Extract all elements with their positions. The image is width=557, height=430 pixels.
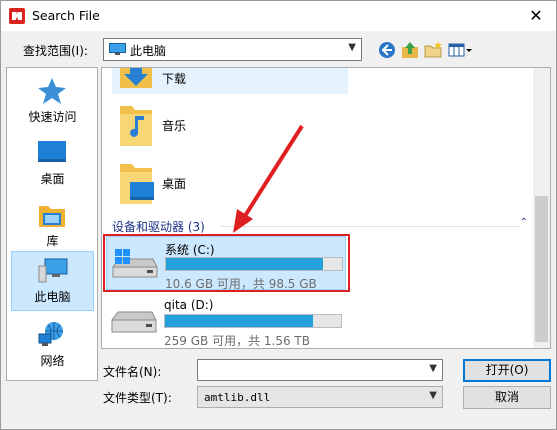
place-desktop[interactable]: 桌面 <box>11 134 94 194</box>
place-label: 此电脑 <box>34 290 71 304</box>
network-icon <box>38 322 63 346</box>
look-in-value: 此电脑 <box>130 44 167 58</box>
place-library[interactable]: 库 <box>11 196 94 256</box>
filename-combo[interactable]: ▼ <box>197 359 443 381</box>
star-icon <box>38 78 66 104</box>
chevron-down-icon[interactable]: ▼ <box>429 363 437 374</box>
places-bar: 快速访问 桌面 库 此电脑 网络 <box>6 67 98 381</box>
chevron-down-icon: ▼ <box>429 390 437 401</box>
window-title: Search File <box>32 8 100 23</box>
filename-input[interactable] <box>198 360 422 380</box>
place-label: 库 <box>46 234 59 248</box>
place-label: 快速访问 <box>28 110 77 124</box>
annotation-arrow <box>233 124 304 233</box>
computer-icon <box>109 43 126 55</box>
folder-name: 音乐 <box>162 119 187 133</box>
music-folder-icon <box>120 106 152 146</box>
app-logo-icon <box>9 8 25 24</box>
folder-name: 桌面 <box>162 177 187 191</box>
chevron-up-icon: ⌃ <box>519 217 528 228</box>
library-icon <box>39 206 65 227</box>
close-button[interactable]: ✕ <box>526 6 546 26</box>
downloads-folder-icon <box>120 68 152 88</box>
folder-name: 下载 <box>162 72 187 86</box>
annotation-highlight-box <box>103 234 350 292</box>
look-in-combo[interactable]: 此电脑 ▼ <box>103 38 362 61</box>
drive-usage-fill <box>165 315 313 327</box>
place-network[interactable]: 网络 <box>11 316 94 376</box>
open-button[interactable]: 打开(O) <box>463 359 551 382</box>
group-header-devices[interactable]: 设备和驱动器 (3) ⌃ <box>112 217 532 234</box>
place-label: 网络 <box>40 354 65 368</box>
desktop-icon <box>38 141 66 162</box>
view-menu-icon[interactable] <box>447 40 473 60</box>
desktop-folder-icon <box>120 164 154 204</box>
look-in-label: 查找范围(I): <box>23 44 88 58</box>
back-icon[interactable] <box>377 40 397 60</box>
filetype-label: 文件类型(T): <box>103 391 172 405</box>
chevron-down-icon: ▼ <box>348 42 356 53</box>
drive-d[interactable]: qita (D:) 259 GB 可用，共 1.56 TB <box>106 294 346 348</box>
vertical-scrollbar[interactable] <box>533 68 550 348</box>
place-quick-access[interactable]: 快速访问 <box>11 72 94 132</box>
cancel-button[interactable]: 取消 <box>463 386 551 409</box>
filename-label: 文件名(N): <box>103 365 162 379</box>
file-list: 下载 音乐 桌面 设备和驱动器 (3) ⌃ 系统 (C:) 10.6 GB 可用… <box>101 67 551 349</box>
scrollbar-thumb[interactable] <box>535 196 548 342</box>
place-this-pc[interactable]: 此电脑 <box>11 251 94 311</box>
title-bar: Search File ✕ <box>1 1 556 31</box>
hard-drive-icon <box>111 311 157 333</box>
this-pc-icon <box>38 258 68 283</box>
place-label: 桌面 <box>40 172 65 186</box>
drive-name: qita (D:) <box>164 298 214 312</box>
drive-usage-bar <box>164 314 342 328</box>
new-folder-icon[interactable] <box>423 40 443 60</box>
group-title: 设备和驱动器 (3) <box>112 220 205 234</box>
search-file-dialog: Search File ✕ 查找范围(I): 此电脑 ▼ 快速访问 桌面 库 此… <box>0 0 557 430</box>
filetype-select[interactable]: amtlib.dll ▼ <box>197 386 443 408</box>
filetype-value: amtlib.dll <box>204 391 271 404</box>
up-folder-icon[interactable] <box>400 40 420 60</box>
drive-space-info: 259 GB 可用，共 1.56 TB <box>164 334 310 348</box>
